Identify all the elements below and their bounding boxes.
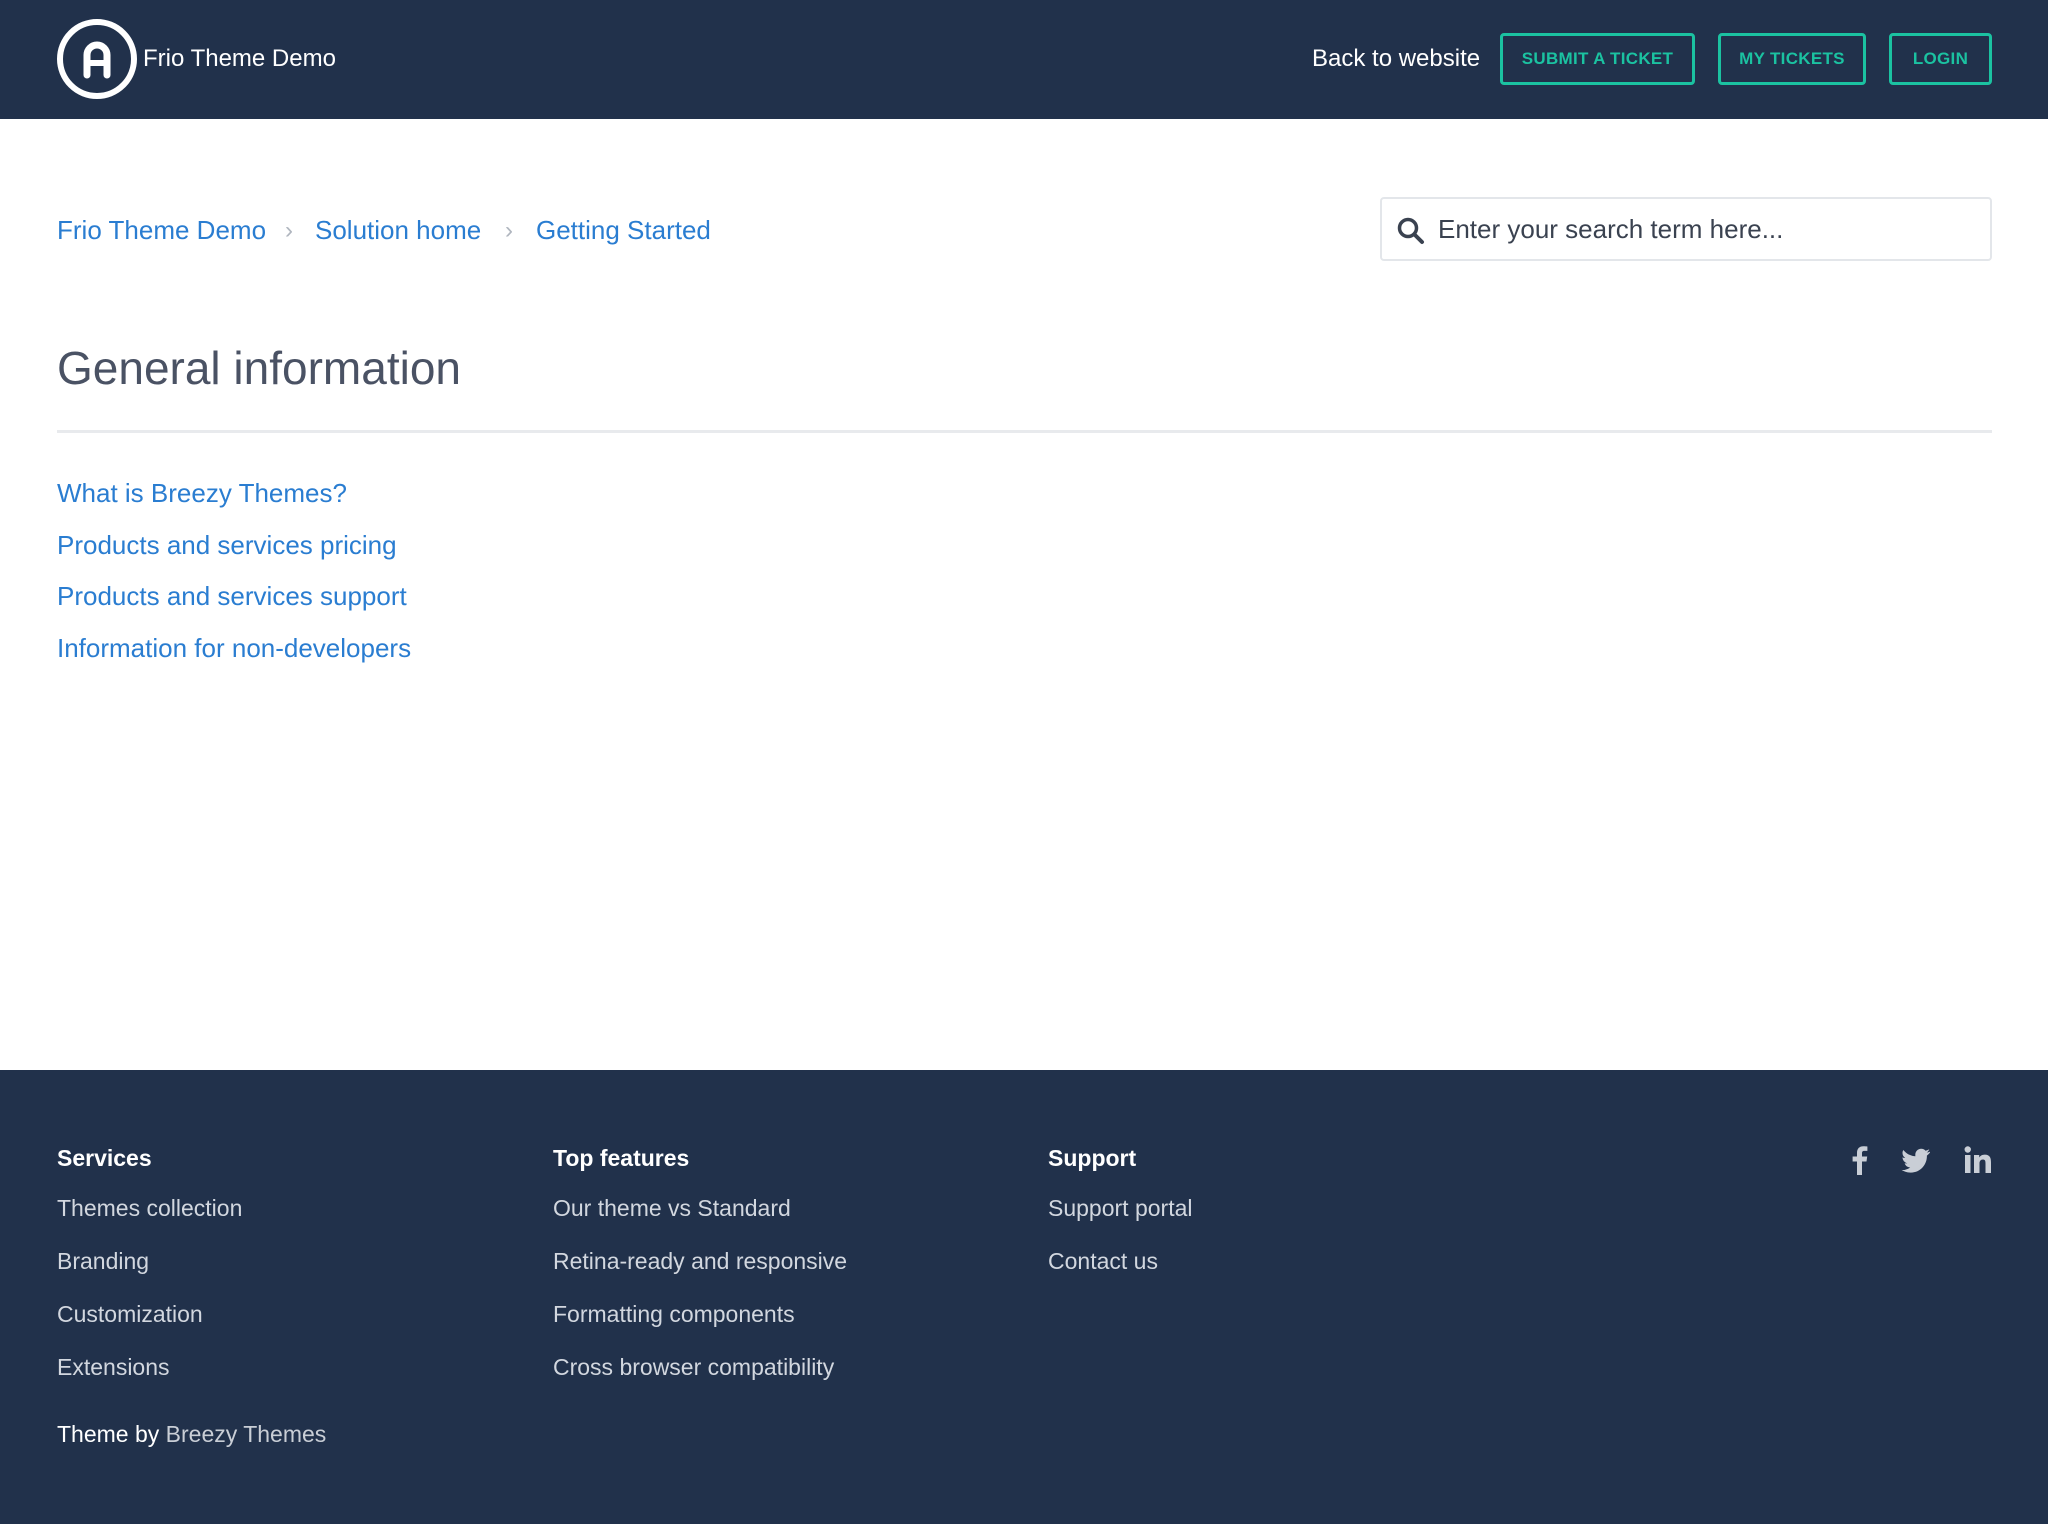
brand-name[interactable]: Frio Theme Demo [143, 44, 336, 74]
footer-link[interactable]: Branding [57, 1246, 149, 1276]
footer-link[interactable]: Cross browser compatibility [553, 1352, 834, 1382]
article-link[interactable]: Products and services support [57, 579, 407, 613]
article-link[interactable]: What is Breezy Themes? [57, 476, 347, 510]
breadcrumb-home[interactable]: Frio Theme Demo [57, 213, 266, 247]
footer-column-title: Support [1048, 1145, 1137, 1171]
site-header: Frio Theme Demo Back to website SUBMIT A… [0, 0, 2048, 119]
footer-link[interactable]: Support portal [1048, 1193, 1192, 1223]
breezy-themes-link[interactable]: Breezy Themes [166, 1421, 327, 1447]
page-title: General information [57, 342, 461, 394]
search-input[interactable] [1438, 207, 1978, 251]
search-icon[interactable] [1396, 216, 1426, 246]
footer-link[interactable]: Contact us [1048, 1246, 1158, 1276]
theme-credit: Theme by Breezy Themes [57, 1419, 326, 1449]
breadcrumb-separator: › [285, 217, 293, 244]
article-link[interactable]: Information for non-developers [57, 631, 411, 665]
article-link[interactable]: Products and services pricing [57, 528, 397, 562]
credit-prefix: Theme by [57, 1421, 160, 1447]
footer-link[interactable]: Extensions [57, 1352, 170, 1382]
title-divider [57, 430, 1992, 433]
footer-link[interactable]: Formatting components [553, 1299, 795, 1329]
footer-link[interactable]: Our theme vs Standard [553, 1193, 791, 1223]
logo-icon[interactable] [57, 19, 137, 99]
footer-column-title: Top features [553, 1145, 690, 1171]
footer-link[interactable]: Retina-ready and responsive [553, 1246, 847, 1276]
footer-column-title: Services [57, 1145, 152, 1171]
submit-ticket-button[interactable]: SUBMIT A TICKET [1500, 33, 1695, 85]
my-tickets-button[interactable]: MY TICKETS [1718, 33, 1866, 85]
back-to-website-link[interactable]: Back to website [1312, 44, 1480, 74]
twitter-icon[interactable] [1900, 1144, 1932, 1176]
site-footer [0, 1070, 2048, 1524]
search-box[interactable] [1380, 197, 1992, 261]
breadcrumb-separator: › [505, 217, 513, 244]
footer-link[interactable]: Themes collection [57, 1193, 242, 1223]
facebook-icon[interactable] [1844, 1144, 1876, 1176]
footer-link[interactable]: Customization [57, 1299, 203, 1329]
breadcrumb-getting-started[interactable]: Getting Started [536, 213, 711, 247]
login-button[interactable]: LOGIN [1889, 33, 1992, 85]
breadcrumb-solution-home[interactable]: Solution home [315, 213, 481, 247]
linkedin-icon[interactable] [1962, 1144, 1994, 1176]
